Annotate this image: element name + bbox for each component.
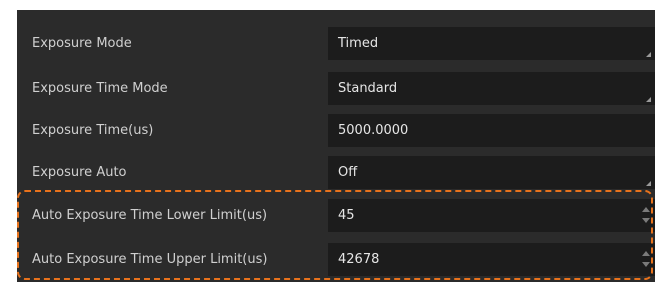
spin-down-icon[interactable] (642, 262, 650, 267)
property-label: Exposure Mode (32, 36, 132, 51)
spin-buttons (641, 249, 651, 270)
property-row-exposure-auto: Exposure Auto Off (17, 156, 655, 189)
auto-exposure-upper-limit-spinbox[interactable]: 42678 (328, 243, 655, 276)
spin-up-icon[interactable] (642, 207, 650, 212)
property-row-auto-exposure-lower-limit: Auto Exposure Time Lower Limit(us) 45 (17, 199, 655, 232)
property-label: Auto Exposure Time Lower Limit(us) (32, 208, 268, 223)
spinbox-value: 45 (338, 208, 355, 223)
dropdown-value: Standard (338, 81, 398, 96)
exposure-auto-dropdown[interactable]: Off (328, 156, 655, 189)
auto-exposure-lower-limit-spinbox[interactable]: 45 (328, 199, 655, 232)
property-grid: Exposure Mode Timed Exposure Time Mode S… (17, 10, 655, 282)
dropdown-value: Off (338, 165, 358, 180)
property-row-auto-exposure-upper-limit: Auto Exposure Time Upper Limit(us) 42678 (17, 243, 655, 276)
spin-down-icon[interactable] (642, 218, 650, 223)
property-label: Auto Exposure Time Upper Limit(us) (32, 252, 268, 267)
property-label: Exposure Time(us) (32, 123, 154, 138)
exposure-mode-dropdown[interactable]: Timed (328, 27, 655, 60)
property-row-exposure-time: Exposure Time(us) 5000.0000 (17, 114, 655, 147)
property-row-exposure-mode: Exposure Mode Timed (17, 27, 655, 60)
dropdown-value: Timed (338, 36, 379, 51)
property-label: Exposure Auto (32, 165, 127, 180)
spinbox-value: 42678 (338, 252, 380, 267)
exposure-time-input[interactable]: 5000.0000 (328, 114, 655, 147)
input-value: 5000.0000 (338, 123, 409, 138)
dropdown-corner-icon (646, 181, 651, 186)
spin-buttons (641, 205, 651, 226)
property-row-exposure-time-mode: Exposure Time Mode Standard (17, 72, 655, 105)
dropdown-corner-icon (646, 52, 651, 57)
exposure-time-mode-dropdown[interactable]: Standard (328, 72, 655, 105)
property-label: Exposure Time Mode (32, 81, 168, 96)
spin-up-icon[interactable] (642, 251, 650, 256)
dropdown-corner-icon (646, 97, 651, 102)
